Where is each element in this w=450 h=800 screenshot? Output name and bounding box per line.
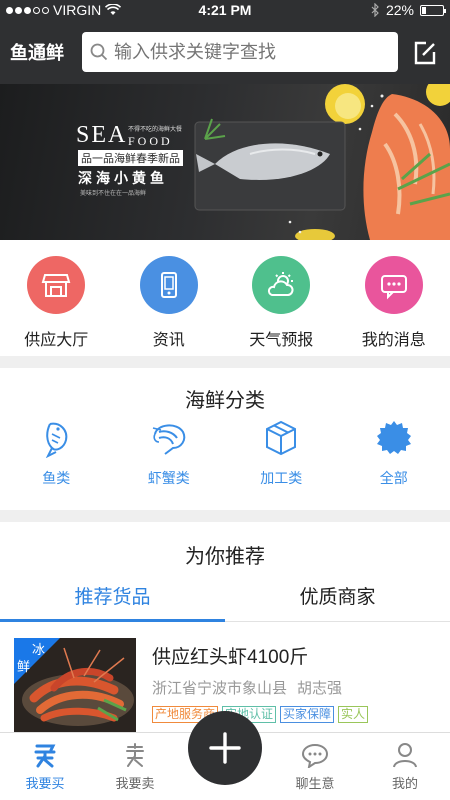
header: 鱼通鲜	[0, 20, 450, 84]
promo-banner[interactable]: SEA 不得不吃的海鲜大餐 FOOD 品一品海鲜春季新品 深海小黄鱼 美味到不住…	[0, 84, 450, 240]
search-input[interactable]	[114, 41, 384, 63]
banner-artwork	[194, 84, 450, 240]
category-label: 全部	[379, 470, 408, 486]
banner-brand-top: SEA	[76, 122, 128, 148]
quick-action-weather[interactable]: 天气预报	[225, 240, 338, 356]
recommend-section: 为你推荐 推荐货品 优质商家 冰 鲜 供应红头虾4100斤 浙江省宁波市象山县胡…	[0, 522, 450, 734]
quick-action-label: 天气预报	[249, 332, 314, 349]
quick-action-supply-hall[interactable]: 供应大厅	[0, 240, 113, 356]
store-icon	[41, 274, 71, 297]
app-title: 鱼通鲜	[10, 43, 64, 63]
quick-action-messages[interactable]: 我的消息	[338, 240, 450, 356]
location-text: 浙江省宁波市象山县	[152, 680, 288, 697]
product-location: 浙江省宁波市象山县 胡志强	[152, 677, 368, 698]
all-icon	[374, 418, 414, 458]
section-title: 海鲜分类	[185, 390, 265, 412]
product-tags: 产地服务商 实地认证 买家保障 实人	[152, 706, 369, 723]
product-info: 供应红头虾4100斤 浙江省宁波市象山县 胡志强 产地服务商 实地认证 买家保障 …	[152, 638, 369, 734]
nav-label: 我要买	[25, 776, 65, 791]
nav-label: 我的	[391, 776, 418, 791]
box-icon	[261, 418, 301, 458]
phone-icon	[160, 272, 177, 298]
category-label: 虾蟹类	[147, 470, 190, 486]
seafood-categories: 海鲜分类 鱼类 虾蟹类 加工类 全部	[0, 368, 450, 510]
category-shrimp-crab[interactable]: 虾蟹类	[113, 418, 226, 488]
category-processed[interactable]: 加工类	[225, 418, 338, 488]
search-box[interactable]	[82, 32, 398, 72]
battery-percent: 22%	[385, 2, 414, 18]
tag-real-person: 实人	[338, 706, 369, 723]
bluetooth-icon	[371, 3, 379, 17]
nav-profile[interactable]: 我的	[360, 733, 450, 800]
quick-action-circle	[364, 256, 423, 314]
publish-button[interactable]	[188, 711, 262, 785]
quick-action-circle	[139, 256, 198, 314]
message-icon	[380, 275, 407, 300]
nav-sell[interactable]: 我要卖	[90, 733, 180, 800]
battery-icon	[420, 4, 446, 16]
product-image: 冰 鲜	[14, 638, 136, 734]
section-title: 为你推荐	[185, 546, 265, 568]
category-fish[interactable]: 鱼类	[0, 418, 113, 488]
category-row: 鱼类 虾蟹类 加工类 全部	[0, 418, 450, 488]
tab-quality-merchants[interactable]: 优质商家	[225, 570, 450, 621]
battery-level-fill	[422, 6, 426, 14]
product-title: 供应红头虾4100斤	[152, 647, 309, 668]
seller-name: 胡志强	[297, 680, 343, 697]
quick-action-label: 供应大厅	[24, 332, 89, 349]
shrimp-icon	[149, 418, 189, 458]
quick-action-label: 我的消息	[361, 332, 426, 349]
tab-recommended-goods[interactable]: 推荐货品	[0, 570, 225, 622]
quick-action-label: 资讯	[152, 332, 185, 349]
banner-brand-bottom: FOOD	[128, 134, 173, 148]
banner-small-caption: 不得不吃的海鲜大餐	[128, 127, 183, 133]
category-all[interactable]: 全部	[338, 418, 450, 488]
plus-icon	[209, 732, 241, 764]
profile-icon	[391, 741, 419, 769]
salmon-image	[363, 94, 450, 240]
banner-subtitle: 品一品海鲜春季新品	[78, 150, 183, 166]
quick-actions: 供应大厅 资讯 天气预报 我的消息	[0, 240, 450, 356]
quick-action-circle	[27, 256, 86, 314]
banner-headline: 深海小黄鱼	[78, 170, 168, 186]
status-right: 22%	[370, 2, 446, 18]
weather-icon	[268, 272, 294, 296]
nav-label: 我要卖	[115, 776, 155, 791]
sell-icon	[121, 741, 149, 769]
nav-chat[interactable]: 聊生意	[270, 733, 360, 800]
buy-icon	[31, 741, 59, 769]
ribbon-text: 冰	[32, 642, 46, 657]
recommend-tabs: 推荐货品 优质商家	[0, 570, 450, 622]
category-label: 加工类	[260, 470, 303, 486]
compose-icon[interactable]	[412, 40, 438, 66]
quick-action-circle	[252, 256, 311, 314]
nav-buy[interactable]: 我要买	[0, 733, 90, 800]
search-icon	[90, 43, 108, 61]
fish-icon	[36, 418, 76, 458]
status-bar: VIRGIN 4:21 PM 22%	[0, 0, 450, 20]
bottom-nav: 我要买 我要卖 聊生意 我的	[0, 711, 450, 800]
chat-icon	[301, 741, 329, 769]
category-label: 鱼类	[42, 470, 71, 486]
tag-buyer-protection: 买家保障	[280, 706, 335, 723]
ribbon-text: 鲜	[17, 659, 31, 674]
quick-action-news[interactable]: 资讯	[113, 240, 226, 356]
banner-tagline: 美味到不住在在一品海鲜	[80, 191, 147, 197]
nav-label: 聊生意	[295, 776, 335, 791]
